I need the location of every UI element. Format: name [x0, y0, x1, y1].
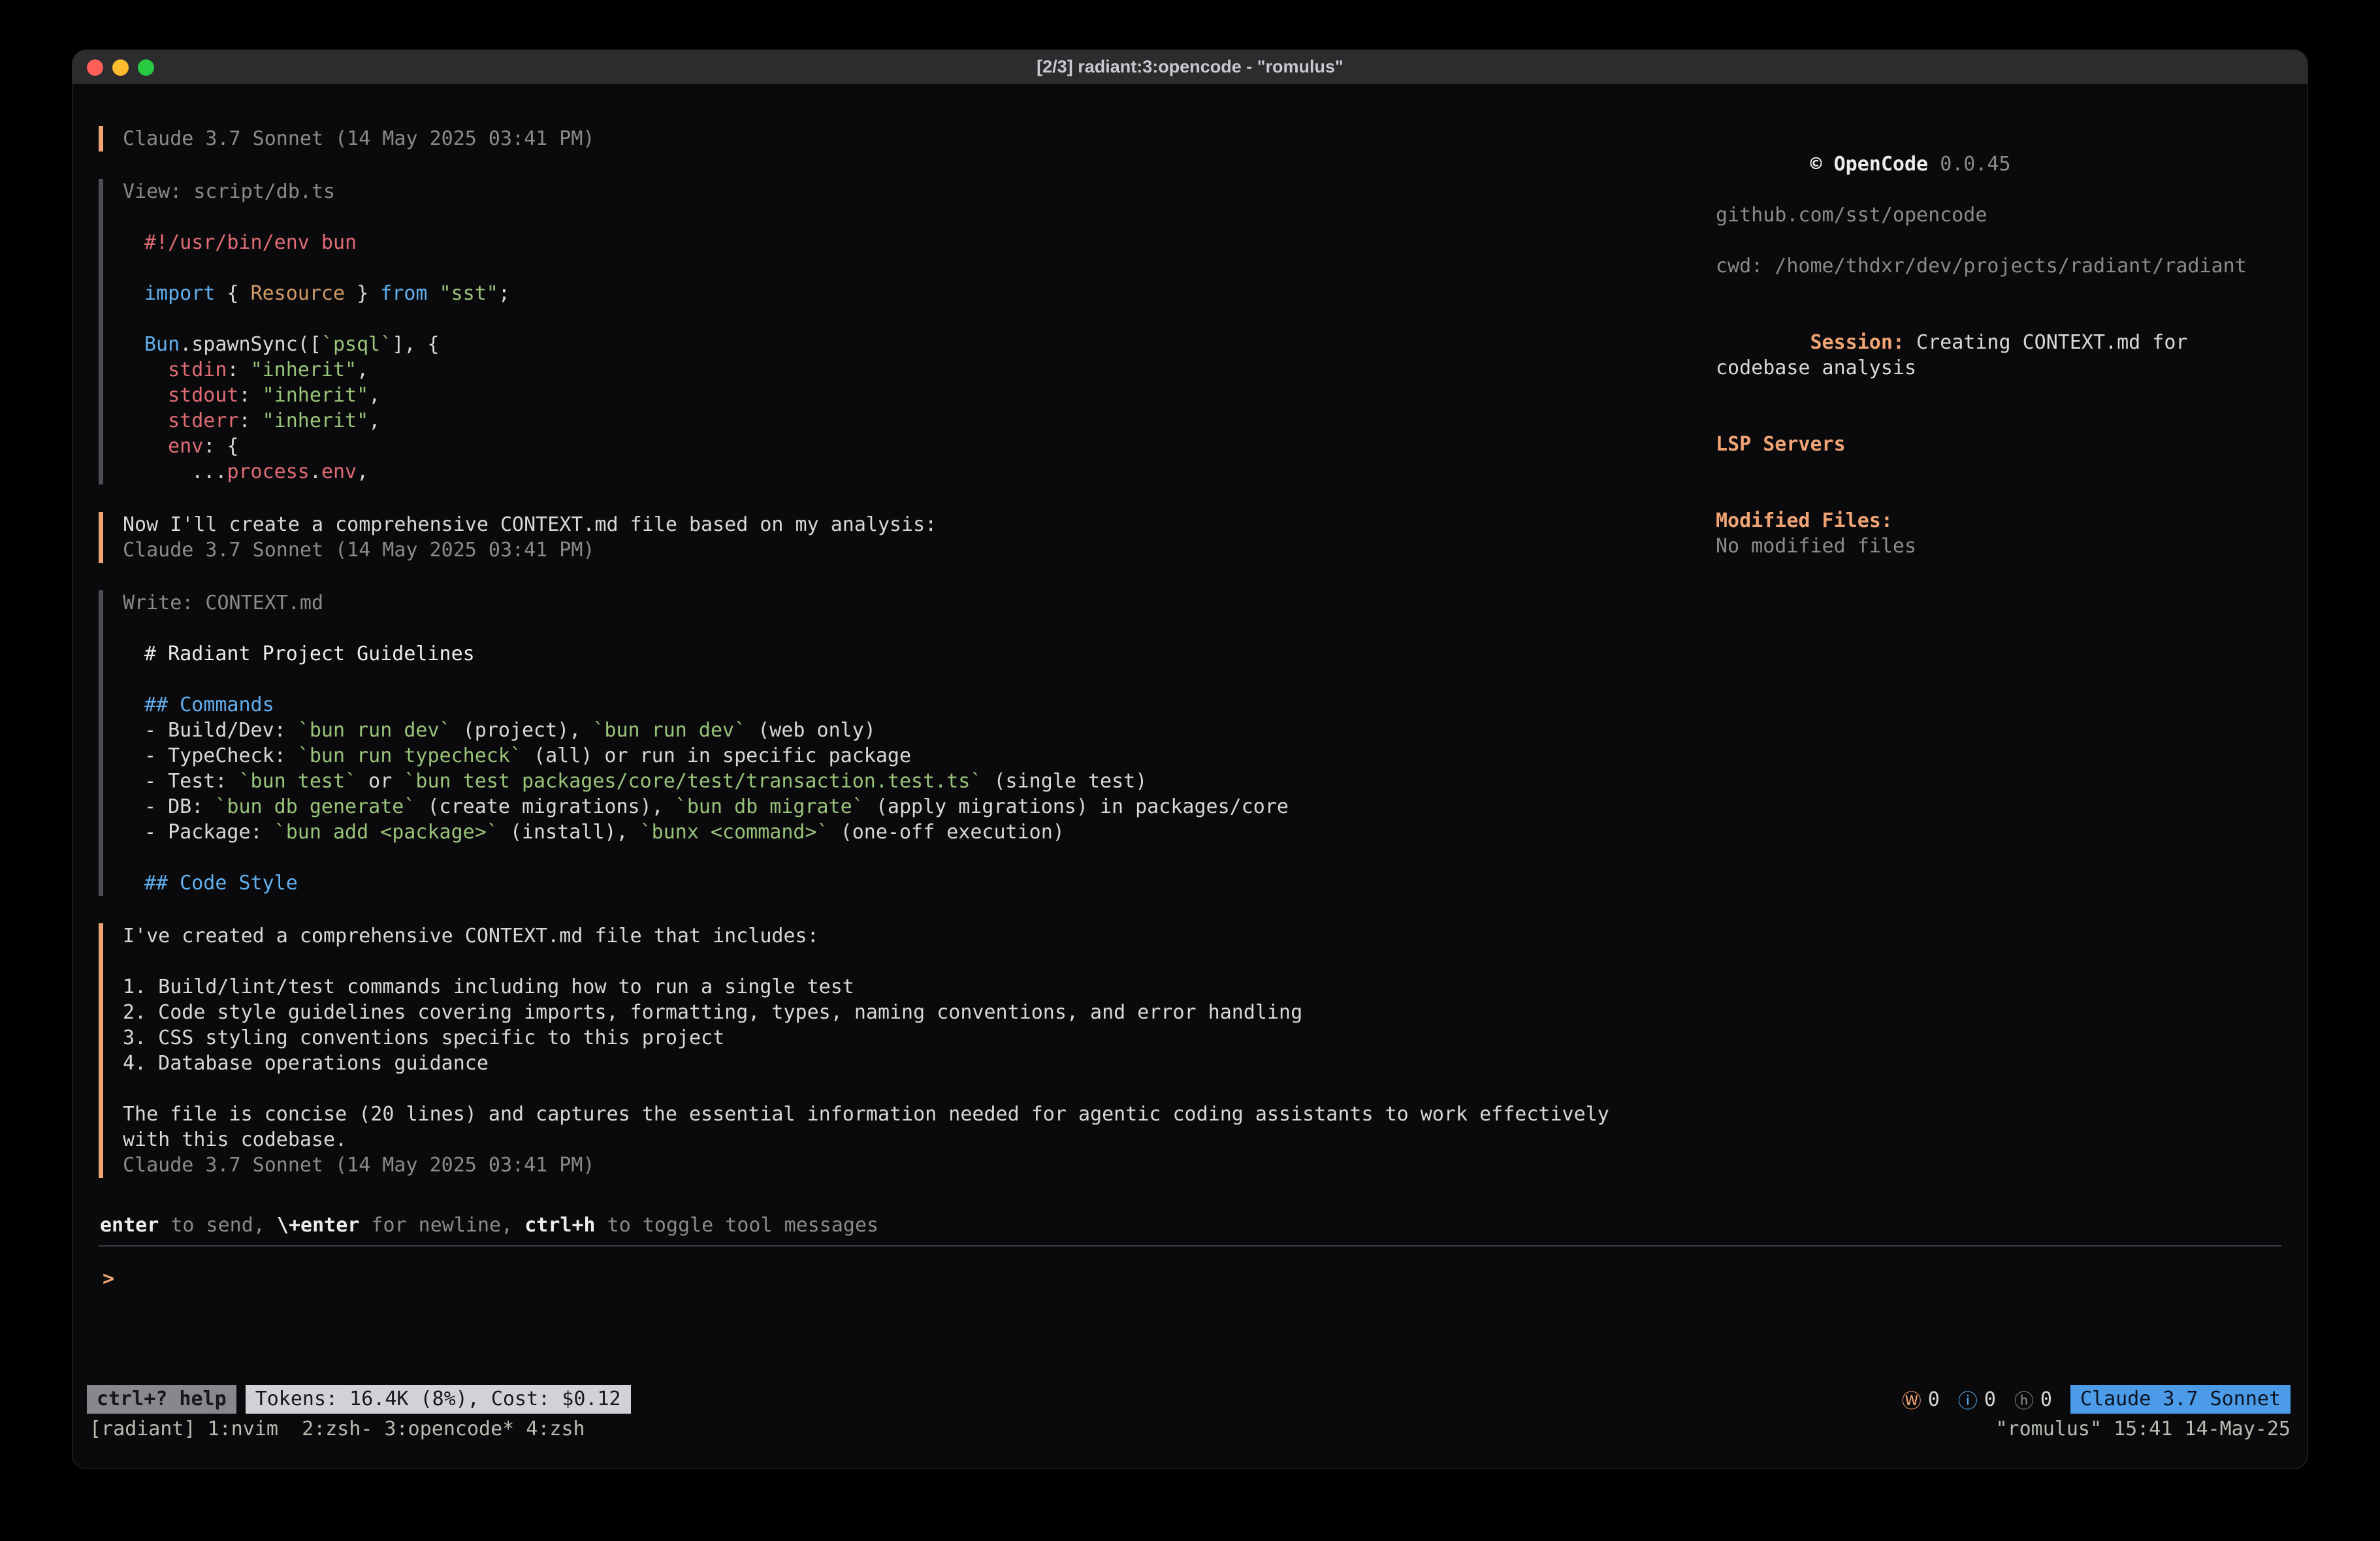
spacer: [1716, 406, 2291, 432]
cwd-line: cwd: /home/thdxr/dev/projects/radiant/ra…: [1716, 253, 2291, 279]
tmux-host-time: "romulus" 15:41 14-May-25: [1995, 1416, 2291, 1442]
modified-files-label: Modified Files:: [1716, 508, 2291, 533]
desktop-background: [2/3] radiant:3:opencode - "romulus" Cla…: [0, 0, 2380, 1541]
hint-icon: ⓗ: [2014, 1385, 2034, 1414]
status-right: Ⓦ0 ⓘ0 ⓗ0 Claude 3.7 Sonnet: [1902, 1385, 2291, 1414]
modified-files-empty: No modified files: [1716, 533, 2291, 559]
spacer: [1716, 457, 2291, 483]
message-footer-block: Claude 3.7 Sonnet (14 May 2025 03:41 PM): [99, 126, 1703, 151]
window-controls: [87, 50, 154, 84]
message-text: Now I'll create a comprehensive CONTEXT.…: [123, 512, 1703, 537]
model-chip[interactable]: Claude 3.7 Sonnet: [2070, 1385, 2291, 1414]
window-titlebar[interactable]: [2/3] radiant:3:opencode - "romulus": [72, 50, 2308, 84]
tmux-status-bar: [radiant] 1:nvim 2:zsh- 3:opencode* 4:zs…: [89, 1416, 2291, 1442]
tool-write-block: Write: CONTEXT.md # Radiant Project Guid…: [99, 590, 1703, 896]
warning-icon: Ⓦ: [1902, 1385, 1922, 1414]
message-meta: Claude 3.7 Sonnet (14 May 2025 03:41 PM): [123, 537, 1703, 563]
info-icon: ⓘ: [1958, 1385, 1978, 1414]
editor-hints: enter to send, \+enter for newline, ctrl…: [100, 1213, 878, 1238]
spacer: [1716, 483, 2291, 508]
assistant-message-block: Now I'll create a comprehensive CONTEXT.…: [99, 512, 1703, 563]
session-title: Session: Creating CONTEXT.md for codebas…: [1716, 304, 2291, 406]
app-version: 0.0.45: [1940, 153, 2010, 176]
info-sidebar: © OpenCode 0.0.45 github.com/sst/opencod…: [1716, 126, 2291, 559]
repo-link: github.com/sst/opencode: [1716, 202, 2291, 228]
spacer: [1716, 279, 2291, 304]
tmux-session-windows: [radiant] 1:nvim 2:zsh- 3:opencode* 4:zs…: [89, 1416, 585, 1442]
tokens-cost-chip: Tokens: 16.4K (8%), Cost: $0.12: [246, 1385, 631, 1414]
terminal-window: [2/3] radiant:3:opencode - "romulus" Cla…: [72, 50, 2308, 1469]
lsp-servers-label: LSP Servers: [1716, 432, 2291, 457]
diagnostic-info: ⓘ0: [1958, 1385, 1996, 1414]
help-chip[interactable]: ctrl+? help: [87, 1385, 236, 1414]
warning-count: 0: [1928, 1388, 1940, 1411]
diagnostic-hints: ⓗ0: [2014, 1385, 2052, 1414]
tool-write-title: Write: CONTEXT.md: [123, 590, 1703, 616]
message-meta: Claude 3.7 Sonnet (14 May 2025 03:41 PM): [123, 1152, 1703, 1178]
tool-view-block: View: script/db.ts #!/usr/bin/env bun im…: [99, 179, 1703, 485]
prompt-input[interactable]: >: [103, 1266, 114, 1292]
status-bar: ctrl+? help Tokens: 16.4K (8%), Cost: $0…: [87, 1385, 2291, 1414]
minimize-button[interactable]: [112, 59, 129, 76]
info-count: 0: [1984, 1388, 1996, 1411]
assistant-message-block-final: I've created a comprehensive CONTEXT.md …: [99, 923, 1703, 1178]
message-text: I've created a comprehensive CONTEXT.md …: [123, 923, 1651, 1152]
session-label: Session:: [1810, 331, 1905, 354]
markdown-preview: # Radiant Project Guidelines ## Commands…: [144, 641, 1703, 896]
hint-count: 0: [2040, 1388, 2052, 1411]
code-snippet: #!/usr/bin/env bun import { Resource } f…: [144, 230, 1703, 485]
session-text: Creating CONTEXT.md for codebase analysi…: [1716, 331, 2200, 379]
maximize-button[interactable]: [138, 59, 154, 76]
prompt-char: >: [103, 1267, 114, 1290]
close-button[interactable]: [87, 59, 103, 76]
tool-view-title: View: script/db.ts: [123, 179, 1703, 204]
app-name: © OpenCode: [1810, 153, 1929, 176]
editor-divider: [99, 1245, 2281, 1247]
window-title: [2/3] radiant:3:opencode - "romulus": [1037, 57, 1343, 77]
app-logo-line: © OpenCode 0.0.45: [1716, 126, 2291, 202]
spacer: [1716, 228, 2291, 253]
message-meta: Claude 3.7 Sonnet (14 May 2025 03:41 PM): [123, 126, 1703, 151]
diagnostic-warnings: Ⓦ0: [1902, 1385, 1940, 1414]
chat-pane: Claude 3.7 Sonnet (14 May 2025 03:41 PM)…: [99, 126, 1703, 1205]
